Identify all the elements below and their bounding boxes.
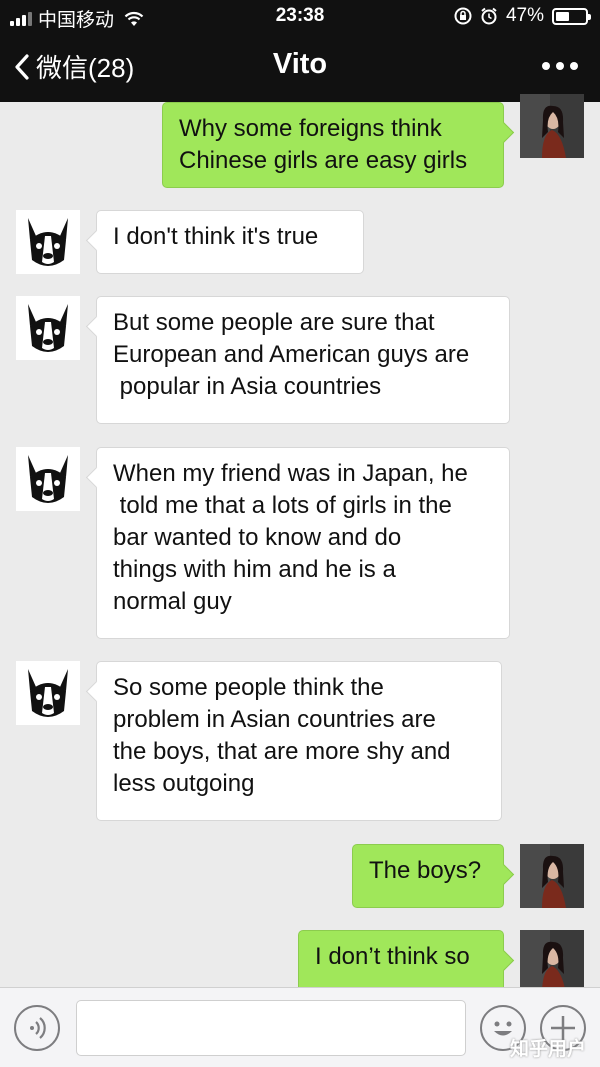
vito-avatar[interactable] (16, 447, 80, 511)
portrait-photo (520, 844, 584, 908)
vito-avatar[interactable] (16, 296, 80, 360)
status-bar: 中国移动 23:38 47% (0, 0, 600, 34)
battery-icon (552, 7, 591, 25)
my-avatar[interactable] (520, 930, 584, 987)
battery-percent: 47% (505, 5, 544, 26)
dog-icon (16, 447, 80, 511)
orientation-lock-icon (454, 7, 472, 25)
message-bubble-outgoing[interactable]: Why some foreigns think Chinese girls ar… (162, 102, 504, 188)
my-avatar[interactable] (520, 844, 584, 908)
vito-avatar[interactable] (16, 210, 80, 274)
message-bubble-incoming[interactable]: But some people are sure that European a… (96, 296, 510, 424)
voice-wave-icon (30, 1017, 46, 1039)
message-bubble-outgoing[interactable]: The boys? (352, 844, 504, 908)
alarm-icon (481, 7, 497, 25)
more-dots-icon[interactable] (542, 62, 578, 70)
dog-icon (16, 210, 80, 274)
watermark: 知乎用户 (509, 1039, 586, 1060)
dog-icon (16, 296, 80, 360)
dog-icon (16, 661, 80, 725)
message-bubble-incoming[interactable]: So some people think the problem in Asia… (96, 661, 502, 821)
chat-title: Vito (272, 48, 328, 80)
message-bubble-incoming[interactable]: I don't think it's true (96, 210, 364, 274)
message-input[interactable] (76, 1000, 466, 1056)
my-avatar[interactable] (520, 94, 584, 158)
battery-fill (556, 11, 570, 21)
portrait-photo (520, 930, 584, 987)
nav-bar: 微信(28) Vito (0, 34, 600, 102)
message-bubble-incoming[interactable]: When my friend was in Japan, he told me … (96, 447, 510, 639)
portrait-photo (520, 94, 584, 158)
top-bar: 中国移动 23:38 47% 微信(28) Vito (0, 0, 600, 102)
voice-icon[interactable] (14, 1005, 60, 1051)
vito-avatar[interactable] (16, 661, 80, 725)
message-bubble-outgoing[interactable]: I don’t think so (298, 930, 504, 994)
